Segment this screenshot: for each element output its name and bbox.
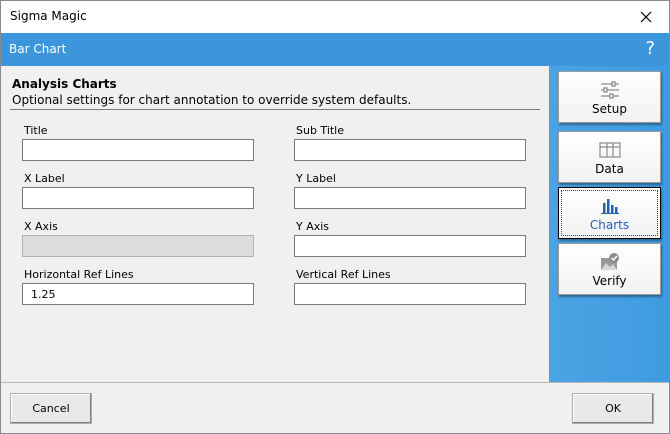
subtitle-label: Sub Title — [296, 124, 345, 137]
dialog-window: Sigma Magic Bar Chart ? Analysis Charts … — [0, 0, 670, 434]
bar-chart-icon — [600, 195, 620, 217]
xaxis-label: X Axis — [24, 220, 58, 233]
window-title: Sigma Magic — [10, 9, 87, 23]
yaxis-field[interactable] — [294, 235, 526, 257]
nav-data-label: Data — [595, 161, 624, 176]
nav-charts-button[interactable]: Charts — [558, 187, 661, 239]
title-field[interactable] — [22, 139, 254, 161]
sliders-icon — [599, 79, 621, 101]
section-title: Analysis Charts — [12, 77, 117, 91]
help-button[interactable]: ? — [645, 38, 655, 59]
nav-data-button[interactable]: Data — [558, 131, 661, 183]
ylabel-label: Y Label — [296, 172, 336, 185]
href-lines-field[interactable] — [22, 283, 254, 305]
table-icon — [598, 139, 621, 161]
nav-verify-label: Verify — [592, 273, 627, 288]
ok-button[interactable]: OK — [572, 393, 654, 424]
nav-verify-button[interactable]: Verify — [558, 243, 661, 295]
title-bar: Sigma Magic — [1, 1, 669, 33]
nav-setup-button[interactable]: Setup — [558, 71, 661, 123]
section-subtitle: Optional settings for chart annotation t… — [12, 93, 412, 107]
nav-charts-label: Charts — [589, 217, 630, 232]
vref-lines-label: Vertical Ref Lines — [296, 268, 391, 281]
close-button[interactable] — [623, 1, 669, 33]
dialog-header-title: Bar Chart — [9, 42, 67, 56]
href-lines-label: Horizontal Ref Lines — [24, 268, 134, 281]
title-label: Title — [24, 124, 48, 137]
verify-icon — [599, 251, 621, 273]
nav-panel: Setup Data Charts Verify — [549, 66, 669, 382]
xlabel-field[interactable] — [22, 187, 254, 209]
dialog-header: Bar Chart ? — [1, 33, 669, 66]
vref-lines-field[interactable] — [294, 283, 526, 305]
close-icon — [640, 11, 652, 23]
section-divider — [10, 109, 540, 110]
dialog-footer: Cancel OK — [1, 382, 669, 433]
cancel-button[interactable]: Cancel — [10, 393, 92, 424]
xlabel-label: X Label — [24, 172, 65, 185]
yaxis-label: Y Axis — [296, 220, 330, 233]
nav-setup-label: Setup — [592, 101, 627, 116]
xaxis-field — [22, 235, 254, 257]
subtitle-field[interactable] — [294, 139, 526, 161]
ylabel-field[interactable] — [294, 187, 526, 209]
main-panel: Analysis Charts Optional settings for ch… — [1, 66, 549, 382]
